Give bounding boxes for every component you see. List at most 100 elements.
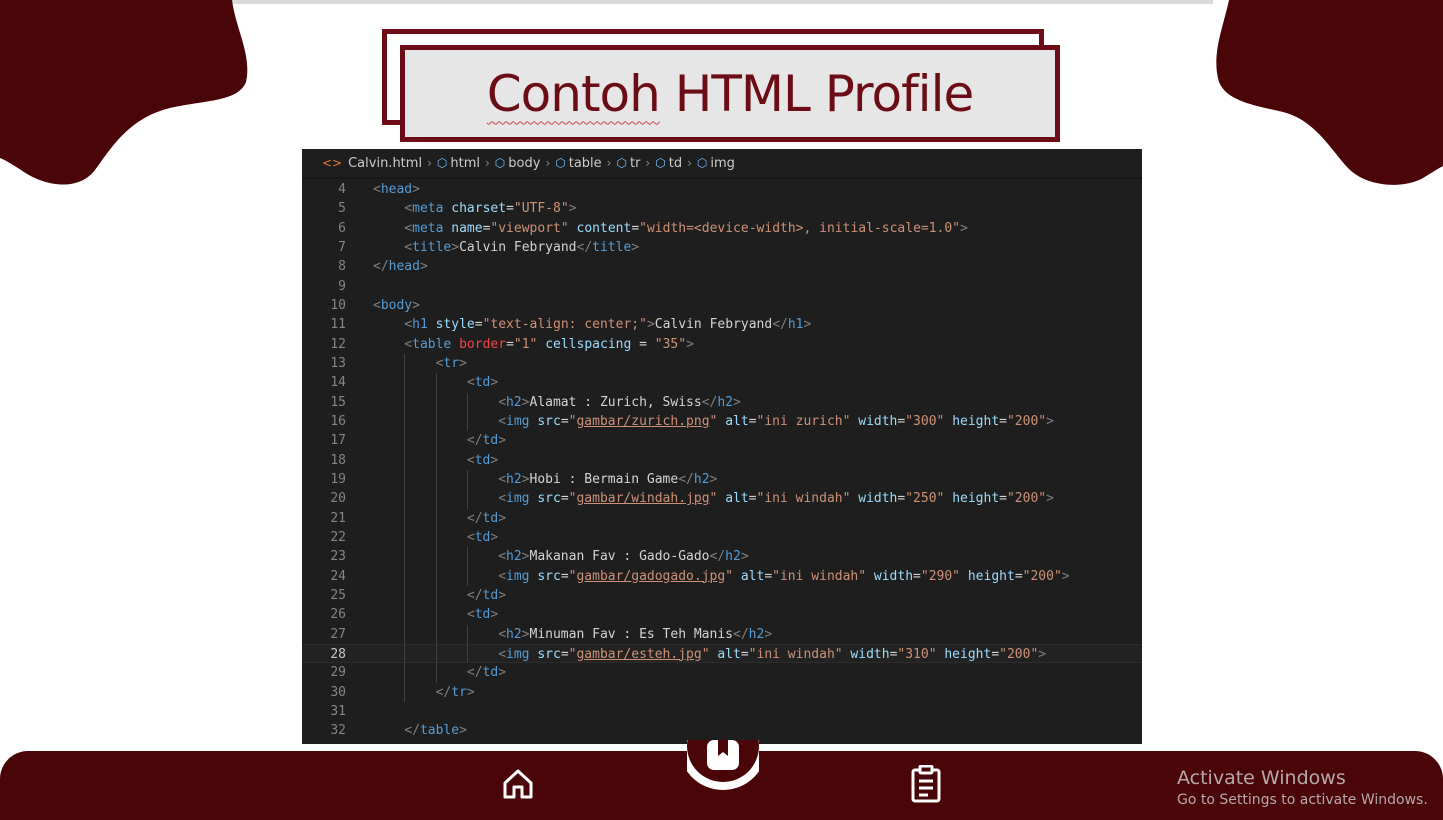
code-text: </td> xyxy=(466,587,507,603)
line-number: 11 xyxy=(330,317,346,333)
code-line[interactable]: 15 <h2>Alamat : Zurich, Swiss</h2> xyxy=(302,392,1142,412)
home-button[interactable] xyxy=(498,764,538,804)
code-text: <head> xyxy=(373,182,420,197)
indent-guide xyxy=(404,527,406,548)
chevron-right-icon: › xyxy=(645,156,651,170)
code-line[interactable]: 8 </head> xyxy=(302,257,1142,276)
breadcrumb-item-tr[interactable]: tr xyxy=(630,156,640,171)
code-line[interactable]: 24 <img src="gambar/gadogado.jpg" alt="in… xyxy=(302,566,1142,586)
line-number: 29 xyxy=(330,665,346,681)
indent-guide xyxy=(435,585,437,606)
indent-guide xyxy=(404,663,406,683)
code-line[interactable]: 27 <h2>Minuman Fav : Es Teh Manis</h2> xyxy=(302,624,1142,644)
code-text: </head> xyxy=(373,259,428,275)
decorative-blob-right xyxy=(1216,0,1443,185)
element-cube-icon: ⬡ xyxy=(436,156,448,170)
title-frame-front: Contoh HTML Profile xyxy=(400,45,1060,142)
element-cube-icon: ⬡ xyxy=(696,156,708,170)
element-cube-icon: ⬡ xyxy=(616,156,627,170)
indent-guide xyxy=(466,624,468,644)
code-area[interactable]: 4 <head> 5 <meta charset="UTF-8"> 6 <meta nam… xyxy=(302,180,1142,741)
code-line[interactable]: 12 <table border="1" cellspacing = "35"> xyxy=(302,335,1142,354)
code-text: <table border="1" cellspacing = "35"> xyxy=(404,336,694,352)
code-line[interactable]: 23 <h2>Makanan Fav : Gado-Gado</h2> xyxy=(302,547,1142,567)
clipboard-button[interactable] xyxy=(906,764,946,804)
code-line[interactable]: 6 <meta name="viewport" content="width=<d… xyxy=(302,219,1142,238)
indent-guide xyxy=(435,469,437,490)
chevron-right-icon: › xyxy=(427,156,432,170)
indent-guide xyxy=(435,508,437,528)
line-number: 31 xyxy=(330,703,346,719)
slide-title-rest: HTML Profile xyxy=(659,64,975,123)
html-file-icon: <> xyxy=(322,156,343,170)
code-line[interactable]: 10 <body> xyxy=(302,296,1142,315)
code-line[interactable]: 32 </table> xyxy=(302,721,1142,740)
code-line[interactable]: 18 <td> xyxy=(302,450,1142,470)
code-text: </td> xyxy=(466,433,507,449)
indent-guide xyxy=(466,469,468,490)
code-text: <meta name="viewport" content="width=<de… xyxy=(404,220,968,236)
indent-guide xyxy=(435,644,437,663)
code-line[interactable]: 14 <td> xyxy=(302,373,1142,393)
indent-guide xyxy=(404,450,406,470)
code-text: </tr> xyxy=(435,684,475,700)
line-number: 15 xyxy=(330,394,346,410)
line-number: 9 xyxy=(338,278,346,294)
indent-guide xyxy=(466,392,468,412)
code-text: </table> xyxy=(404,723,467,739)
indent-guide xyxy=(435,605,437,625)
indent-guide xyxy=(404,469,406,490)
slide-title-word-1: Contoh xyxy=(486,64,661,123)
code-line[interactable]: 17 </td> xyxy=(302,431,1142,451)
code-text: <meta charset="UTF-8"> xyxy=(404,201,577,217)
code-text: <h2>Minuman Fav : Es Teh Manis</h2> xyxy=(498,626,773,642)
code-line[interactable]: 29 </td> xyxy=(302,663,1142,683)
code-line[interactable]: 26 <td> xyxy=(302,605,1142,625)
indent-guide xyxy=(466,411,468,432)
code-line[interactable]: 30 </tr> xyxy=(302,682,1142,702)
indent-guide xyxy=(435,489,437,509)
center-bookmark-button[interactable] xyxy=(687,740,759,792)
line-number: 12 xyxy=(330,336,346,352)
code-line[interactable]: 7 <title>Calvin Febryand</title> xyxy=(302,238,1142,257)
code-line[interactable]: 21 </td> xyxy=(302,508,1142,528)
breadcrumb-item-table[interactable]: table xyxy=(569,156,602,171)
code-text: <tr> xyxy=(435,355,467,371)
code-line[interactable]: 4 <head> xyxy=(302,180,1142,199)
code-line[interactable]: 16 <img src="gambar/zurich.png" alt="ini … xyxy=(302,411,1142,432)
breadcrumb-item-body[interactable]: body xyxy=(508,156,540,171)
code-line[interactable]: 11 <h1 style="text-align: center;">Calvin… xyxy=(302,315,1142,334)
indent-guide xyxy=(404,644,406,663)
home-icon xyxy=(503,769,533,799)
line-number: 22 xyxy=(330,529,346,545)
code-text: <td> xyxy=(466,529,499,545)
code-line[interactable]: 28 <img src="gambar/esteh.jpg" alt="ini w… xyxy=(302,643,1142,664)
indent-guide xyxy=(404,431,406,451)
code-line[interactable]: 5 <meta charset="UTF-8"> xyxy=(302,199,1142,218)
breadcrumb-item-td[interactable]: td xyxy=(669,156,682,171)
code-line[interactable]: 22 <td> xyxy=(302,527,1142,548)
code-text: <h2>Alamat : Zurich, Swiss</h2> xyxy=(498,394,741,410)
code-text: <img src="gambar/zurich.png" alt="ini zu… xyxy=(498,413,1054,429)
breadcrumb-item-html[interactable]: html xyxy=(450,156,480,171)
line-number: 18 xyxy=(330,452,346,468)
code-text: <td> xyxy=(466,452,499,468)
code-line[interactable]: 31 xyxy=(302,702,1142,721)
code-line[interactable]: 13 <tr> xyxy=(302,353,1142,374)
code-text: <body> xyxy=(373,297,420,313)
code-line[interactable]: 25 </td> xyxy=(302,585,1142,606)
indent-guide xyxy=(404,624,406,644)
indent-guide xyxy=(435,663,437,683)
breadcrumb-item-file[interactable]: Calvin.html xyxy=(348,156,422,171)
code-line[interactable]: 20 <img src="gambar/windah.jpg" alt="ini … xyxy=(302,489,1142,509)
line-number: 10 xyxy=(330,297,346,313)
code-line[interactable]: 9 xyxy=(302,277,1142,296)
breadcrumb-item-img[interactable]: img xyxy=(710,156,735,171)
indent-guide xyxy=(404,411,406,432)
line-number: 32 xyxy=(330,723,346,739)
chevron-right-icon: › xyxy=(545,156,551,170)
indent-guide xyxy=(404,682,406,702)
indent-guide xyxy=(435,450,437,470)
chevron-right-icon: › xyxy=(484,156,490,170)
code-line[interactable]: 19 <h2>Hobi : Bermain Game</h2> xyxy=(302,469,1142,490)
